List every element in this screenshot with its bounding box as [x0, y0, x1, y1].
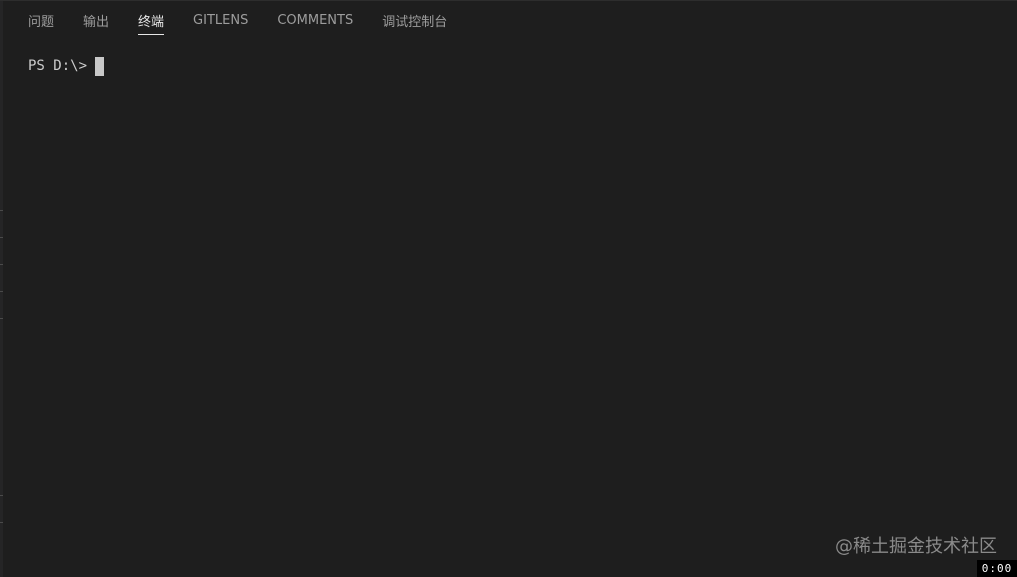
tab-comments[interactable]: COMMENTS [267, 1, 363, 39]
terminal-prompt: PS D:\> [28, 58, 88, 74]
tab-output[interactable]: 输出 [73, 1, 119, 39]
tab-terminal[interactable]: 终端 [128, 1, 174, 39]
watermark: @稀土掘金技术社区 [835, 536, 997, 557]
edge-tick [0, 264, 3, 265]
tab-debug-console[interactable]: 调试控制台 [372, 1, 457, 39]
edge-tick [0, 495, 3, 496]
terminal-panel: 问题 输出 终端 GITLENS COMMENTS 调试控制台 PS D:\> … [0, 0, 1017, 577]
timer-badge: 0:00 [977, 560, 1017, 577]
prompt-line: PS D:\> [28, 55, 997, 77]
panel-tabs: 问题 输出 终端 GITLENS COMMENTS 调试控制台 [18, 1, 466, 39]
terminal-area[interactable]: PS D:\> [28, 55, 997, 547]
terminal-cursor [95, 56, 105, 76]
edge-tick [0, 237, 3, 238]
edge-tick [0, 522, 3, 523]
edge-tick [0, 291, 3, 292]
edge-tick [0, 210, 3, 211]
tab-gitlens[interactable]: GITLENS [183, 1, 258, 39]
tab-problems[interactable]: 问题 [18, 1, 64, 39]
left-edge [0, 1, 3, 577]
edge-tick [0, 318, 3, 319]
